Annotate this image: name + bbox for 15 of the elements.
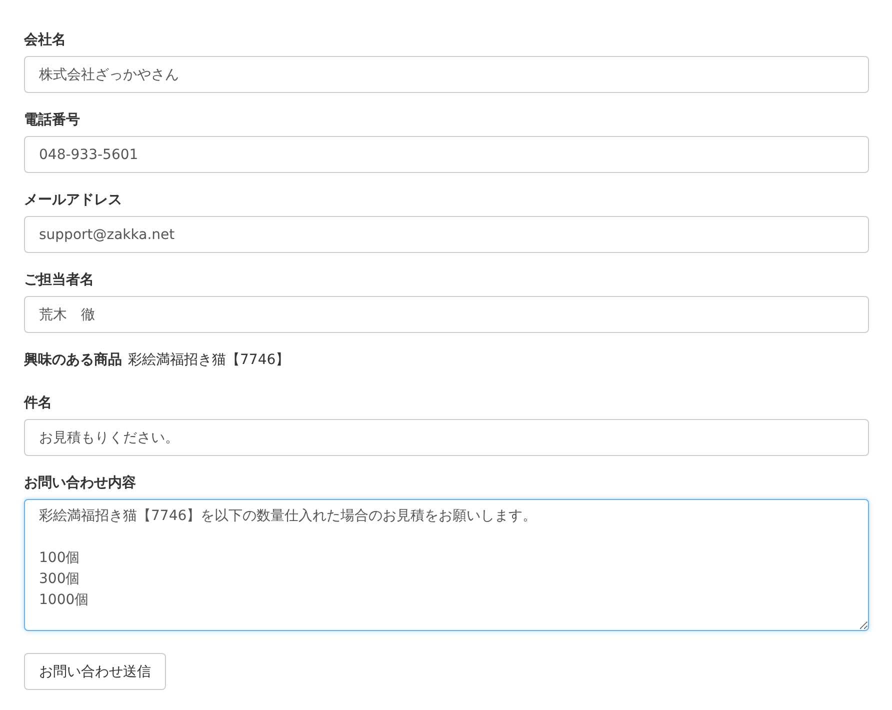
field-label: 興味のある商品	[24, 350, 122, 370]
submit-button[interactable]: お問い合わせ送信	[24, 653, 166, 690]
field-label: 会社名	[24, 31, 66, 50]
message-field[interactable]: 彩絵満福招き猫【7746】を以下の数量仕入れた場合のお見積をお願いします。 100個 300個 1000個	[24, 499, 869, 631]
field-label: 件名	[24, 394, 52, 413]
input-field[interactable]: 荒木 徹	[24, 296, 869, 333]
input-field[interactable]: support@zakka.net	[24, 216, 869, 253]
field-label: 電話番号	[24, 111, 80, 130]
field-label: お問い合わせ内容	[24, 474, 136, 493]
field-label: メールアドレス	[24, 191, 122, 210]
input-field[interactable]: 株式会社ざっかやさん	[24, 56, 869, 93]
field-label: ご担当者名	[24, 271, 94, 290]
product-name: 彩絵満福招き猫【7746】	[128, 351, 290, 369]
input-field[interactable]: 048-933-5601	[24, 136, 869, 173]
input-field[interactable]: お見積もりください。	[24, 419, 869, 456]
